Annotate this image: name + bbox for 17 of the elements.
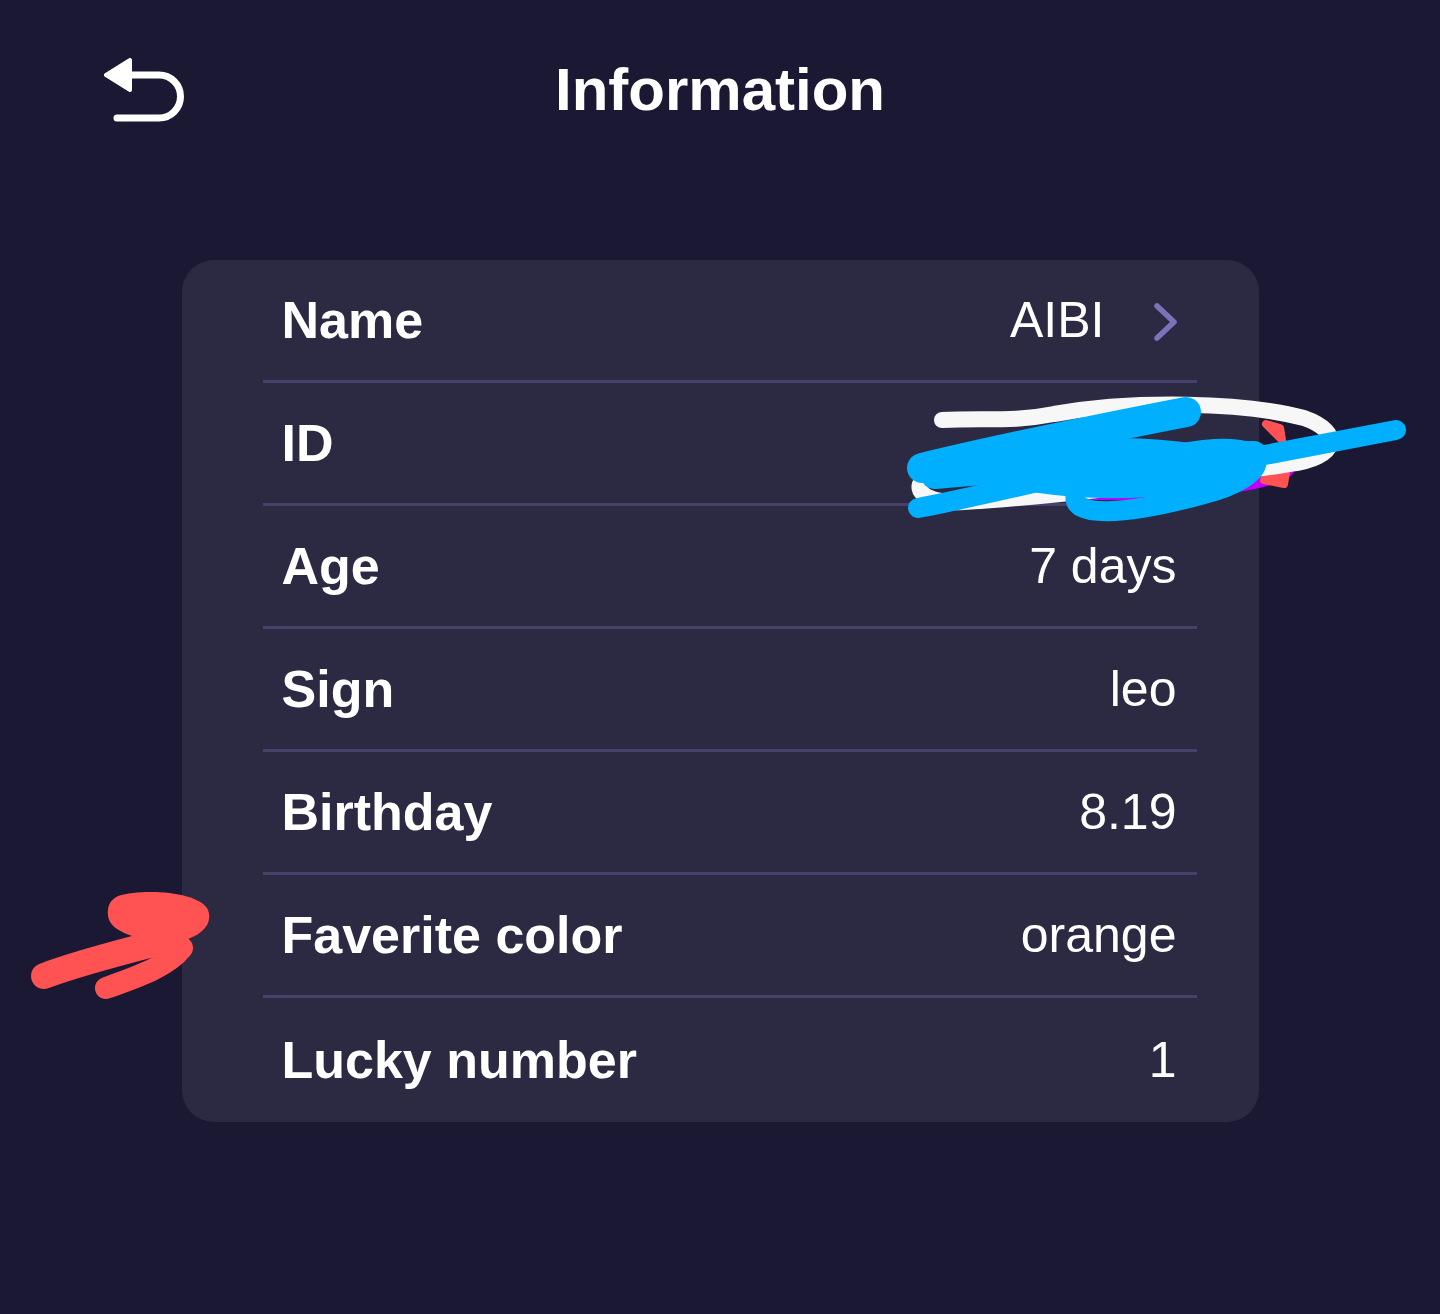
field-value: leo — [1109, 660, 1177, 718]
field-label: Sign — [281, 659, 395, 719]
field-value: 7 days — [1029, 537, 1177, 595]
field-value: orange — [1020, 906, 1177, 964]
back-icon — [104, 57, 186, 123]
field-label: Age — [281, 536, 380, 596]
field-value: 8.19 — [1079, 783, 1177, 841]
field-label: Name — [281, 290, 424, 350]
field-value: AIBI — [1010, 291, 1105, 349]
field-label: Faverite color — [281, 905, 623, 965]
field-label: Lucky number — [281, 1030, 637, 1090]
field-value: 1 — [1148, 1031, 1177, 1089]
back-button[interactable] — [104, 57, 186, 123]
field-label: ID — [281, 413, 334, 473]
field-label: Birthday — [281, 782, 493, 842]
chevron-right-icon[interactable] — [1152, 302, 1179, 342]
page-title: Information — [555, 60, 885, 120]
